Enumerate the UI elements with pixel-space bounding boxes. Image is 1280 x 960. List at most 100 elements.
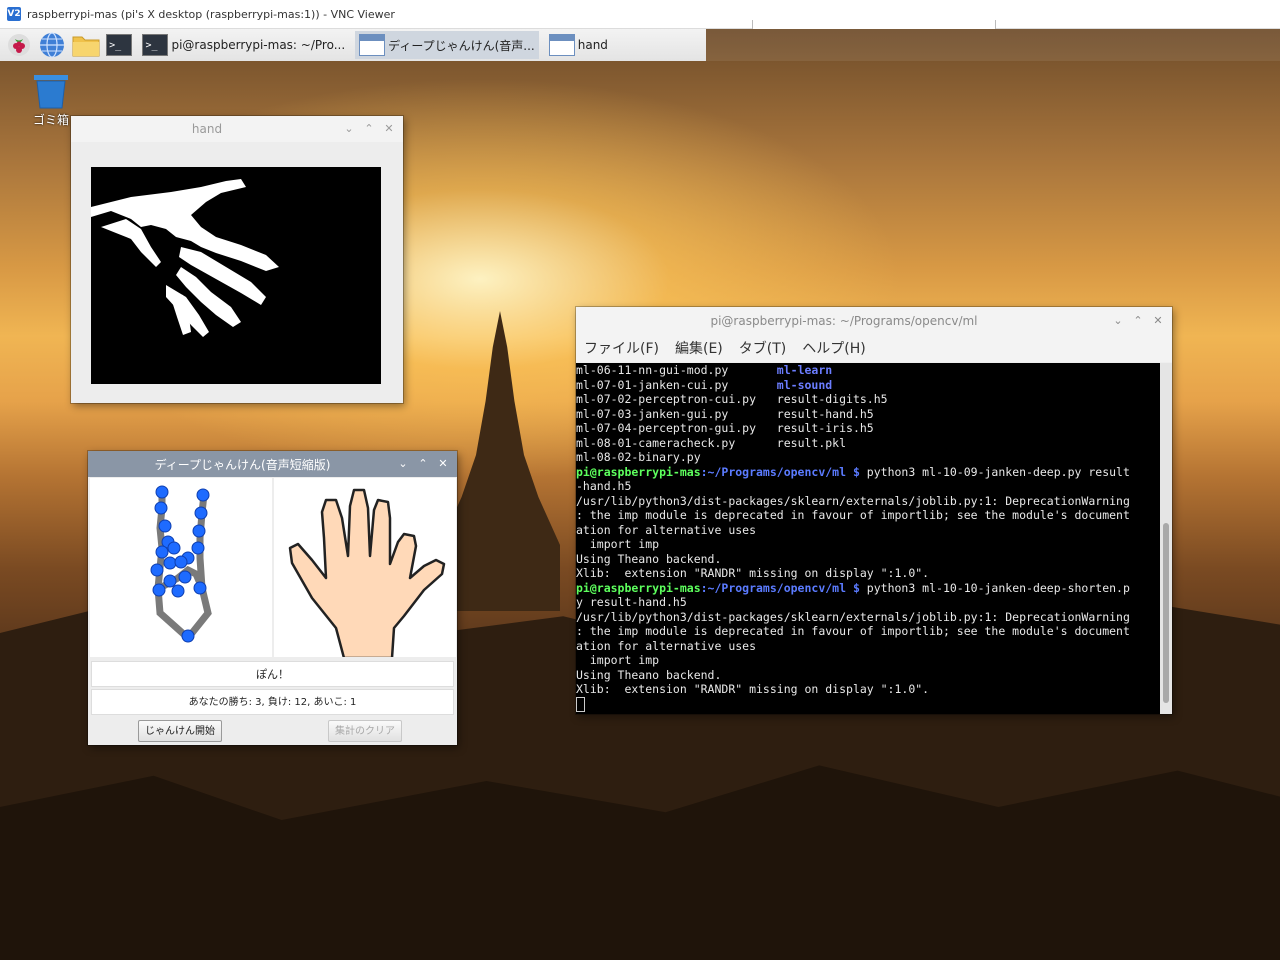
window-icon	[359, 34, 386, 56]
prompt-path: :~/Programs/opencv/ml $	[700, 580, 860, 595]
file-name: ml-07-01-janken-cui.py	[576, 377, 777, 392]
file-listing: ml-06-11-nn-gui-mod.py ml-learn ml-07-01-…	[576, 363, 1160, 465]
raspberry-menu-icon[interactable]	[6, 31, 33, 59]
minimize-icon[interactable]: ⌄	[1112, 314, 1124, 327]
vnc-logo-icon: V2	[7, 7, 21, 21]
directory-name: ml-learn	[776, 363, 833, 377]
task-terminal[interactable]: >_ pi@raspberrypi-mas: ~/Pro...	[138, 31, 349, 59]
window-title: ディープじゃんけん(音声短縮版)	[154, 457, 331, 472]
prompt-user: pi@raspberrypi-mas	[576, 464, 701, 479]
minimize-icon[interactable]: ⌄	[397, 458, 409, 470]
window-titlebar[interactable]: hand ⌄ ⌃ ✕	[71, 116, 403, 142]
listing-row: ml-08-02-binary.py	[576, 450, 1160, 465]
file-manager-icon[interactable]	[72, 31, 100, 59]
output-line: import imp	[576, 653, 660, 667]
scrollbar-thumb[interactable]	[1163, 523, 1169, 703]
task-label: ディープじゃんけん(音声...	[388, 38, 535, 53]
terminal-icon: >_	[142, 34, 169, 56]
menu-help[interactable]: ヘルプ(H)	[802, 338, 865, 358]
listing-row: ml-08-01-cameracheck.py result.pkl	[576, 436, 1160, 451]
file-name: ml-08-02-binary.py	[576, 450, 777, 464]
task-hand[interactable]: hand	[545, 31, 706, 59]
listing-row: ml-06-11-nn-gui-mod.py ml-learn	[576, 363, 1160, 378]
terminal-window: pi@raspberrypi-mas: ~/Programs/opencv/ml…	[576, 307, 1172, 714]
command-output: /usr/lib/python3/dist-packages/sklearn/e…	[576, 494, 1160, 581]
close-icon[interactable]: ✕	[1152, 314, 1164, 327]
menu-edit[interactable]: 編集(E)	[675, 338, 723, 358]
taskbar: >_ >_ pi@raspberrypi-mas: ~/Pro... ディープじ…	[0, 29, 706, 61]
file-name: ml-07-03-janken-gui.py	[576, 406, 777, 421]
terminal-output[interactable]: ml-06-11-nn-gui-mod.py ml-learn ml-07-01-…	[576, 363, 1160, 714]
file-name: ml-06-11-nn-gui-mod.py	[576, 363, 777, 377]
listing-row: ml-07-02-perceptron-cui.py result-digits…	[576, 392, 1160, 407]
start-janken-button[interactable]: じゃんけん開始	[138, 720, 222, 742]
close-icon[interactable]: ✕	[437, 458, 449, 470]
trash-desktop-icon[interactable]: ゴミ箱	[28, 73, 74, 128]
listing-row: ml-07-04-perceptron-gui.py result-iris.h…	[576, 421, 1160, 436]
menu-tab[interactable]: タブ(T)	[739, 338, 786, 358]
output-line: /usr/lib/python3/dist-packages/sklearn/e…	[576, 609, 1130, 624]
taskbar-empty-area	[706, 29, 1280, 61]
output-line: : the imp module is deprecated in favour…	[576, 508, 1130, 522]
vnc-titlebar: V2 raspberrypi-mas (pi's X desktop (rasp…	[0, 0, 1280, 30]
output-line: : the imp module is deprecated in favour…	[576, 624, 1130, 638]
maximize-icon[interactable]: ⌃	[417, 458, 429, 470]
trash-label: ゴミ箱	[32, 113, 69, 127]
directory-name: ml-sound	[776, 377, 833, 392]
maximize-icon[interactable]: ⌃	[1132, 314, 1144, 327]
file-name: ml-08-01-cameracheck.py	[576, 435, 777, 450]
window-title: pi@raspberrypi-mas: ~/Programs/opencv/ml	[710, 313, 978, 328]
output-line: /usr/lib/python3/dist-packages/sklearn/e…	[576, 493, 1130, 508]
prompt-user: pi@raspberrypi-mas	[576, 580, 701, 595]
vnc-window-title: raspberrypi-mas (pi's X desktop (raspber…	[27, 7, 395, 21]
window-titlebar[interactable]: ディープじゃんけん(音声短縮版) ⌄ ⌃ ✕	[88, 451, 457, 477]
terminal-line: pi@raspberrypi-mas:~/Programs/opencv/ml …	[576, 465, 1160, 480]
window-icon	[548, 34, 575, 56]
score-label: あなたの勝ち: 3, 負け: 12, あいこ: 1	[91, 689, 454, 715]
terminal-menubar: ファイル(F) 編集(E) タブ(T) ヘルプ(H)	[576, 334, 1172, 362]
listing-row: ml-07-01-janken-cui.py ml-sound	[576, 378, 1160, 393]
hand-landmark-canvas	[90, 478, 272, 657]
task-janken[interactable]: ディープじゃんけん(音声...	[355, 31, 539, 59]
task-label: pi@raspberrypi-mas: ~/Pro...	[171, 38, 346, 52]
terminal-icon[interactable]: >_	[106, 31, 133, 59]
output-line: Using Theano backend.	[576, 667, 722, 682]
output-line: import imp	[576, 537, 660, 551]
terminal-scrollbar[interactable]	[1160, 363, 1172, 714]
clear-stats-button[interactable]: 集計のクリア	[328, 720, 402, 742]
pagoda-silhouette	[440, 311, 560, 611]
terminal-line: -hand.h5	[576, 479, 632, 493]
command-output: /usr/lib/python3/dist-packages/sklearn/e…	[576, 610, 1160, 697]
close-icon[interactable]: ✕	[383, 123, 395, 135]
binary-hand-image	[91, 167, 381, 384]
menu-file[interactable]: ファイル(F)	[584, 338, 659, 358]
file-name: result-hand.h5	[776, 406, 874, 421]
maximize-icon[interactable]: ⌃	[363, 123, 375, 135]
minimize-icon[interactable]: ⌄	[343, 123, 355, 135]
terminal-line: pi@raspberrypi-mas:~/Programs/opencv/ml …	[576, 581, 1160, 596]
janken-window: ディープじゃんけん(音声短縮版) ⌄ ⌃ ✕ ぽん！ あなたの勝ち: 3, 負け…	[88, 451, 457, 745]
file-name: result.pkl	[776, 435, 847, 450]
text-cursor	[576, 696, 585, 712]
web-browser-icon[interactable]	[39, 31, 66, 59]
output-line: ation for alternative uses	[576, 522, 757, 537]
output-line: Xlib: extension "RANDR" missing on displ…	[576, 566, 930, 580]
window-titlebar[interactable]: pi@raspberrypi-mas: ~/Programs/opencv/ml…	[576, 307, 1172, 334]
hand-window: hand ⌄ ⌃ ✕	[71, 116, 403, 403]
window-title: hand	[191, 122, 223, 136]
task-label: hand	[577, 38, 608, 52]
command-text: python3 ml-10-10-janken-deep-shorten.p	[859, 580, 1130, 595]
file-name: result-digits.h5	[776, 392, 888, 406]
output-line: Xlib: extension "RANDR" missing on displ…	[576, 682, 930, 696]
command-text: python3 ml-10-09-janken-deep.py result	[859, 464, 1130, 479]
result-label: ぽん！	[91, 661, 454, 687]
terminal-line	[576, 696, 1160, 712]
trash-icon	[32, 73, 70, 109]
prompt-path: :~/Programs/opencv/ml $	[700, 464, 860, 479]
terminal-line: y result-hand.h5	[576, 595, 687, 609]
file-name: ml-07-04-perceptron-gui.py	[576, 421, 777, 435]
output-line: ation for alternative uses	[576, 638, 757, 653]
computer-hand-canvas	[274, 478, 456, 660]
file-name: ml-07-02-perceptron-cui.py	[576, 392, 777, 406]
output-line: Using Theano backend.	[576, 551, 722, 566]
